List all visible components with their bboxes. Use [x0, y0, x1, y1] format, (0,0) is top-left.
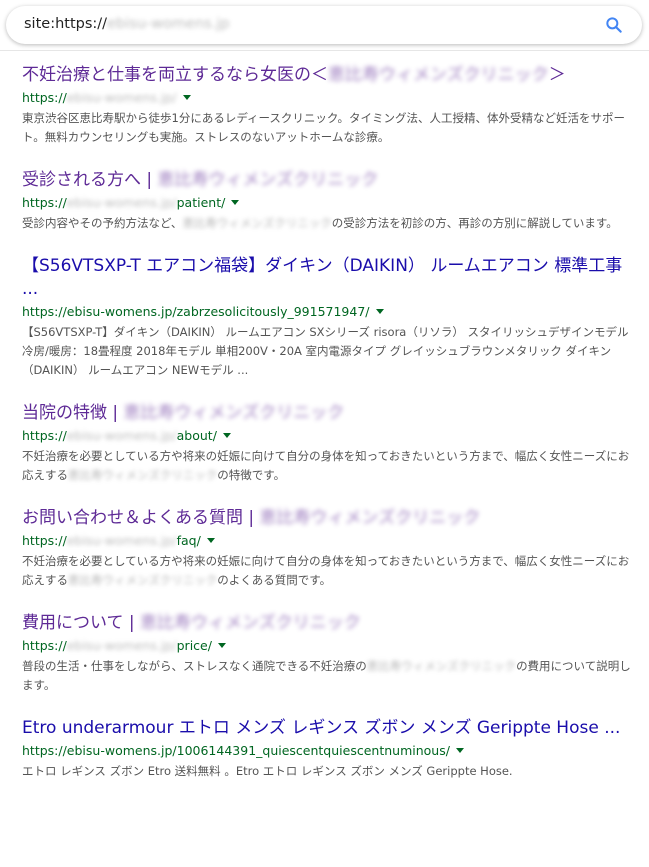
result-snippet: 【S56VTSXP-T】ダイキン（DAIKIN） ルームエアコン SXシリーズ …: [22, 323, 632, 380]
result-title-link[interactable]: 【S56VTSXP-T エアコン福袋】ダイキン（DAIKIN） ルームエアコン …: [22, 255, 632, 301]
search-query-redacted: ebisu-womens.jp: [107, 16, 230, 32]
result-snippet-redacted: 恵比寿ウィメンズクリニック: [68, 468, 218, 482]
search-result: 当院の特徴 | 恵比寿ウィメンズクリニック https://ebisu-wome…: [22, 402, 632, 485]
result-url-prefix: https://ebisu-womens.jp/1006144391_quies…: [22, 743, 450, 758]
search-query-prefix: site:https://: [24, 16, 108, 32]
result-snippet-text: 受診内容やその予約方法など、: [22, 216, 183, 230]
result-url-redacted: ebisu-womens.jp/: [66, 90, 177, 105]
url-dropdown-icon[interactable]: [455, 748, 464, 753]
result-title-redacted: 恵比寿ウィメンズクリニック: [123, 403, 345, 423]
result-snippet-text: エトロ レギンス ズボン Etro 送料無料 。Etro エトロ レギンス ズボ…: [22, 764, 513, 778]
url-dropdown-icon[interactable]: [206, 538, 215, 543]
result-snippet-redacted: 恵比寿ウィメンズクリニック: [68, 573, 218, 587]
result-title-redacted: 恵比寿ウィメンズクリニック: [259, 508, 481, 528]
search-result: Etro underarmour エトロ メンズ レギンス ズボン メンズ Ge…: [22, 717, 632, 781]
url-dropdown-icon[interactable]: [375, 309, 384, 314]
result-title-text: 費用について |: [22, 613, 141, 633]
result-title-redacted: 恵比寿ウィメンズクリニック: [140, 613, 361, 633]
search-icon[interactable]: [604, 15, 624, 35]
result-snippet-redacted: 恵比寿ウィメンズクリニック: [366, 659, 517, 673]
url-dropdown-icon[interactable]: [222, 433, 231, 438]
result-title-text: 不妊治療と仕事を両立するなら女医の＜: [22, 65, 328, 85]
result-title-text: 受診される方へ |: [22, 170, 158, 190]
result-snippet: 東京渋谷区恵比寿駅から徒歩1分にあるレディースクリニック。タイミング法、人工授精…: [22, 109, 632, 147]
result-title-text: Etro underarmour エトロ メンズ レギンス ズボン メンズ Ge…: [22, 718, 621, 738]
search-box[interactable]: site:https://ebisu-womens.jp: [6, 6, 642, 44]
result-title-link[interactable]: 受診される方へ | 恵比寿ウィメンズクリニック: [22, 169, 632, 192]
result-snippet: 不妊治療を必要としている方や将来の妊娠に向けて自分の身体を知っておきたいという方…: [22, 447, 632, 485]
result-snippet: エトロ レギンス ズボン Etro 送料無料 。Etro エトロ レギンス ズボ…: [22, 762, 632, 781]
result-url-prefix: https://: [22, 533, 67, 548]
result-url: https://ebisu-womens.jp/about/: [22, 427, 632, 444]
result-url: https://ebisu-womens.jp/price/: [22, 637, 632, 654]
result-title-text: お問い合わせ＆よくある質問 |: [22, 508, 260, 528]
result-url-prefix: https://: [22, 638, 67, 653]
result-url-redacted: ebisu-womens.jp/: [66, 533, 177, 548]
search-result: 不妊治療と仕事を両立するなら女医の＜恵比寿ウィメンズクリニック＞ https:/…: [22, 64, 632, 147]
result-snippet-text: 【S56VTSXP-T】ダイキン（DAIKIN） ルームエアコン SXシリーズ …: [22, 325, 629, 377]
result-snippet-text-end: の特徴です。: [217, 468, 286, 482]
result-url-path: about/: [176, 428, 217, 443]
search-input[interactable]: site:https://ebisu-womens.jp: [24, 16, 230, 32]
result-title-text: 【S56VTSXP-T エアコン福袋】ダイキン（DAIKIN） ルームエアコン …: [22, 256, 623, 299]
result-url-path: faq/: [176, 533, 201, 548]
result-snippet-text-end: のよくある質問です。: [217, 573, 332, 587]
result-url: https://ebisu-womens.jp/zabrzesolicitous…: [22, 303, 632, 320]
search-result: お問い合わせ＆よくある質問 | 恵比寿ウィメンズクリニック https://eb…: [22, 507, 632, 590]
result-url-prefix: https://: [22, 195, 67, 210]
result-snippet-text: 東京渋谷区恵比寿駅から徒歩1分にあるレディースクリニック。タイミング法、人工授精…: [22, 111, 626, 144]
result-url-prefix: https://: [22, 90, 67, 105]
result-url: https://ebisu-womens.jp/patient/: [22, 194, 632, 211]
result-url-path: price/: [176, 638, 212, 653]
result-url-path: patient/: [176, 195, 226, 210]
result-url-prefix: https://: [22, 428, 67, 443]
search-results: 不妊治療と仕事を両立するなら女医の＜恵比寿ウィメンズクリニック＞ https:/…: [22, 64, 632, 803]
url-dropdown-icon[interactable]: [217, 643, 226, 648]
result-title-text: 当院の特徴 |: [22, 403, 124, 423]
result-url: https://ebisu-womens.jp/faq/: [22, 532, 632, 549]
result-snippet-redacted: 恵比寿ウィメンズクリニック: [182, 216, 332, 230]
result-snippet: 普段の生活・仕事をしながら、ストレスなく通院できる不妊治療の恵比寿ウィメンズクリ…: [22, 657, 632, 695]
result-snippet-text: 普段の生活・仕事をしながら、ストレスなく通院できる不妊治療の: [22, 659, 367, 673]
result-url-prefix: https://ebisu-womens.jp/zabrzesolicitous…: [22, 304, 370, 319]
result-title-link[interactable]: お問い合わせ＆よくある質問 | 恵比寿ウィメンズクリニック: [22, 507, 632, 530]
header-divider: [0, 50, 649, 51]
result-url: https://ebisu-womens.jp/1006144391_quies…: [22, 742, 632, 759]
search-result: 費用について | 恵比寿ウィメンズクリニック https://ebisu-wom…: [22, 612, 632, 695]
result-url-redacted: ebisu-womens.jp/: [66, 638, 177, 653]
url-dropdown-icon[interactable]: [182, 95, 191, 100]
result-url: https://ebisu-womens.jp/: [22, 89, 632, 106]
result-title-link[interactable]: 費用について | 恵比寿ウィメンズクリニック: [22, 612, 632, 635]
result-title-link[interactable]: 不妊治療と仕事を両立するなら女医の＜恵比寿ウィメンズクリニック＞: [22, 64, 632, 87]
result-url-redacted: ebisu-womens.jp/: [66, 195, 177, 210]
search-result: 【S56VTSXP-T エアコン福袋】ダイキン（DAIKIN） ルームエアコン …: [22, 255, 632, 380]
result-url-redacted: ebisu-womens.jp/: [66, 428, 177, 443]
result-title-link[interactable]: 当院の特徴 | 恵比寿ウィメンズクリニック: [22, 402, 632, 425]
result-snippet: 受診内容やその予約方法など、恵比寿ウィメンズクリニックの受診方法を初診の方、再診…: [22, 214, 632, 233]
result-title-redacted: 恵比寿ウィメンズクリニック: [328, 65, 549, 85]
result-title-redacted: 恵比寿ウィメンズクリニック: [157, 170, 379, 190]
result-snippet: 不妊治療を必要としている方や将来の妊娠に向けて自分の身体を知っておきたいという方…: [22, 552, 632, 590]
result-snippet-text-end: の受診方法を初診の方、再診の方別に解説しています。: [331, 216, 618, 230]
result-title-link[interactable]: Etro underarmour エトロ メンズ レギンス ズボン メンズ Ge…: [22, 717, 632, 740]
url-dropdown-icon[interactable]: [231, 200, 240, 205]
search-result: 受診される方へ | 恵比寿ウィメンズクリニック https://ebisu-wo…: [22, 169, 632, 233]
result-title-suffix: ＞: [548, 65, 566, 85]
